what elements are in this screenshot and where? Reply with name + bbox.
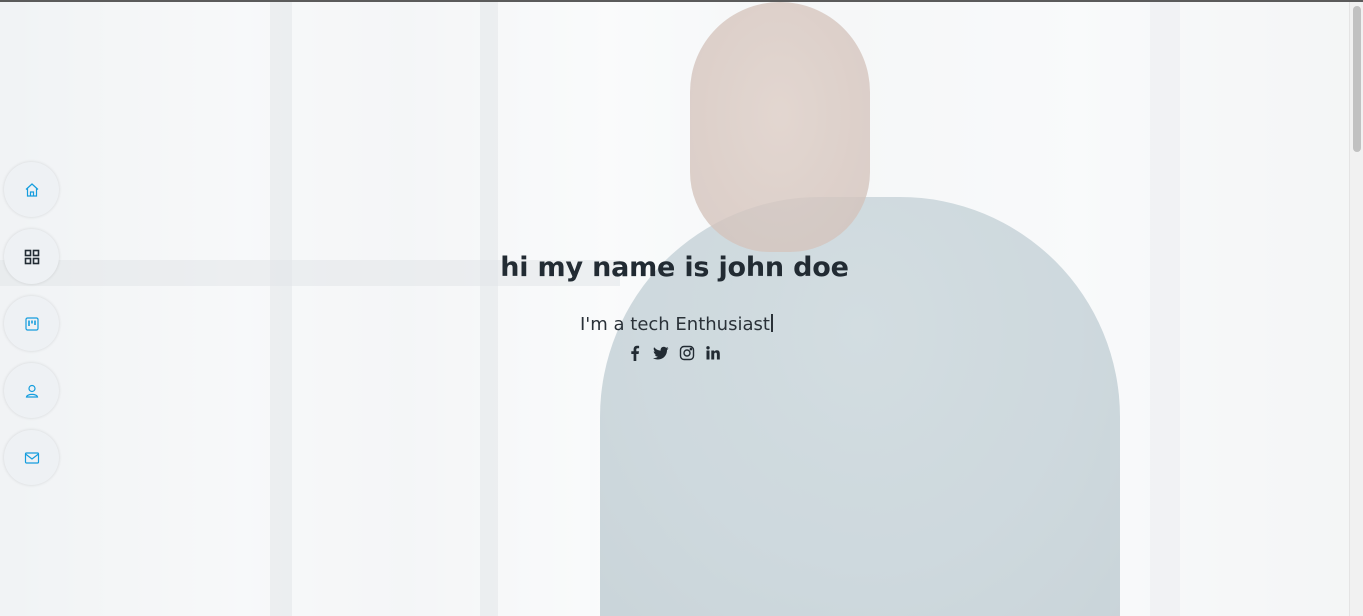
- instagram-icon: [679, 345, 694, 361]
- envelope-icon: [24, 451, 39, 464]
- house-icon: [25, 182, 38, 197]
- twitter-icon: [652, 346, 668, 360]
- hero-subtitle-prefix: I'm a: [580, 314, 631, 335]
- twitter-link[interactable]: [652, 344, 669, 362]
- nav-portfolio-button[interactable]: [4, 229, 59, 284]
- facebook-link[interactable]: [626, 344, 643, 362]
- grid-icon: [24, 249, 39, 264]
- kanban-icon: [24, 316, 39, 331]
- window-top-border: [0, 0, 1363, 2]
- nav-about-button[interactable]: [4, 363, 59, 418]
- hero-overlay: [0, 2, 1349, 616]
- instagram-link[interactable]: [678, 344, 695, 362]
- typing-cursor: [770, 314, 773, 332]
- hero-background-image: [0, 2, 1349, 616]
- page-scrollbar[interactable]: [1349, 2, 1363, 616]
- hero-subtitle: I'm a tech Enthusiast: [580, 314, 773, 335]
- nav-contact-button[interactable]: [4, 430, 59, 485]
- nav-resume-button[interactable]: [4, 296, 59, 351]
- hero-title: hi my name is john doe: [500, 252, 849, 283]
- typed-text: tech Enthusiast: [630, 314, 770, 335]
- facebook-icon: [630, 345, 639, 361]
- scrollbar-thumb[interactable]: [1353, 6, 1361, 152]
- linkedin-link[interactable]: [704, 344, 721, 362]
- social-links: [626, 344, 721, 362]
- side-navigation: [4, 162, 60, 485]
- nav-home-button[interactable]: [4, 162, 59, 217]
- linkedin-icon: [705, 346, 720, 360]
- person-icon: [25, 384, 38, 398]
